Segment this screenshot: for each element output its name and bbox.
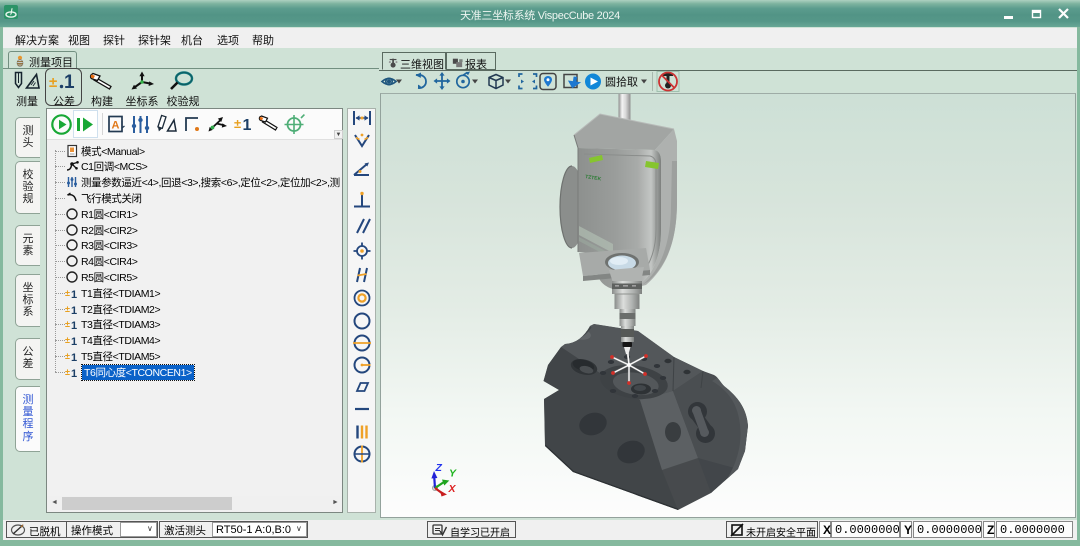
svg-text:±: ± bbox=[65, 367, 70, 377]
svg-text:Y: Y bbox=[449, 468, 457, 480]
svg-text:1: 1 bbox=[71, 352, 77, 363]
svg-text:1: 1 bbox=[71, 289, 77, 300]
svg-text:±: ± bbox=[65, 335, 70, 345]
svg-text:Z: Z bbox=[435, 462, 443, 474]
svg-text:1: 1 bbox=[71, 368, 77, 379]
svg-text:1: 1 bbox=[71, 336, 77, 347]
svg-text:±: ± bbox=[65, 288, 70, 298]
svg-text:1: 1 bbox=[243, 117, 252, 134]
svg-text:X: X bbox=[448, 483, 457, 495]
svg-text:1: 1 bbox=[71, 320, 77, 331]
svg-text:±: ± bbox=[49, 74, 57, 91]
svg-text:A: A bbox=[112, 120, 120, 132]
svg-text:圆拾取: 圆拾取 bbox=[605, 75, 638, 89]
svg-text:±: ± bbox=[65, 351, 70, 361]
svg-text:1: 1 bbox=[64, 72, 75, 92]
svg-text:±: ± bbox=[234, 116, 241, 131]
svg-text:±: ± bbox=[65, 304, 70, 314]
svg-text:±: ± bbox=[65, 319, 70, 329]
svg-text:1: 1 bbox=[71, 305, 77, 316]
